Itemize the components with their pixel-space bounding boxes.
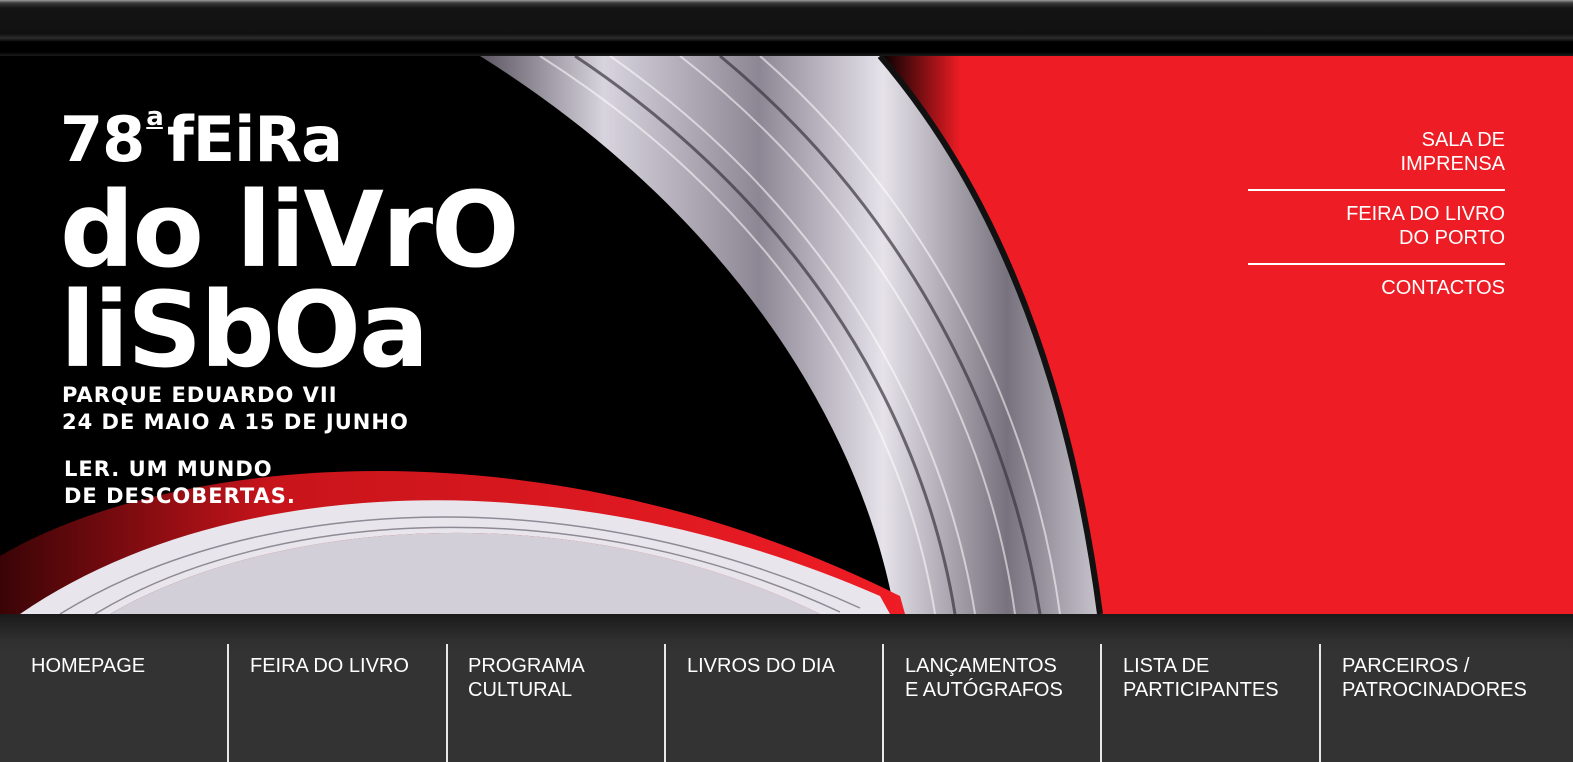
nav-item-participants-list[interactable]: LISTA DE PARTICIPANTES: [1123, 644, 1303, 762]
nav-separator: [446, 644, 448, 762]
nav-item-label: PARCEIROS /: [1342, 655, 1470, 677]
main-nav: HOMEPAGE FEIRA DO LIVRO PROGRAMA CULTURA…: [0, 614, 1573, 762]
nav-item-cultural-program[interactable]: PROGRAMA CULTURAL: [468, 644, 648, 762]
hero-banner: 78afEiRa do liVrO liSbOa PARQUE EDUARDO …: [0, 56, 1573, 614]
poster-venue-dates: PARQUE EDUARDO VII 24 DE MAIO A 15 DE JU…: [62, 382, 409, 436]
nav-separator: [882, 644, 884, 762]
poster-title-line-2: liSbOa: [60, 269, 429, 391]
sidebar-link-contacts[interactable]: CONTACTOS: [1248, 276, 1505, 313]
side-link-line-2: IMPRENSA: [1400, 153, 1505, 175]
nav-item-books-of-the-day[interactable]: LIVROS DO DIA: [687, 644, 867, 762]
poster-title-line-1: do liVrO: [60, 169, 520, 291]
side-link-line-1: SALA DE: [1421, 129, 1505, 151]
nav-item-label: FEIRA DO LIVRO: [250, 655, 409, 677]
side-divider: [1248, 263, 1505, 265]
nav-item-launches-autographs[interactable]: LANÇAMENTOS E AUTÓGRAFOS: [905, 644, 1085, 762]
nav-item-book-fair[interactable]: FEIRA DO LIVRO: [250, 644, 430, 762]
nav-separator: [1319, 644, 1321, 762]
poster-tagline-line-1: LER. UM MUNDO: [64, 457, 273, 481]
side-divider: [1248, 189, 1505, 191]
poster-tagline: LER. UM MUNDO DE DESCOBERTAS.: [64, 456, 296, 510]
nav-item-label: LIVROS DO DIA: [687, 655, 835, 677]
nav-item-label: LISTA DE: [1123, 655, 1210, 677]
nav-item-label-line-2: PARTICIPANTES: [1123, 679, 1279, 701]
nav-item-label-line-2: E AUTÓGRAFOS: [905, 679, 1063, 701]
poster-tagline-line-2: DE DESCOBERTAS.: [64, 484, 296, 508]
side-link-line-1: CONTACTOS: [1381, 277, 1505, 299]
poster-dates: 24 DE MAIO A 15 DE JUNHO: [62, 410, 409, 434]
nav-item-partners-sponsors[interactable]: PARCEIROS / PATROCINADORES: [1342, 644, 1562, 762]
poster-edition-ordinal: a: [146, 102, 164, 132]
top-bar: [0, 0, 1573, 56]
nav-item-label: HOMEPAGE: [31, 655, 146, 677]
poster-venue: PARQUE EDUARDO VII: [62, 383, 338, 407]
nav-item-label-line-2: PATROCINADORES: [1342, 679, 1527, 701]
poster-edition-number: 78: [60, 103, 145, 176]
nav-item-label: LANÇAMENTOS: [905, 655, 1057, 677]
nav-item-homepage[interactable]: HOMEPAGE: [31, 644, 211, 762]
poster-edition-word: fEiRa: [166, 103, 343, 176]
side-link-line-2: DO PORTO: [1399, 227, 1505, 249]
secondary-nav: SALA DE IMPRENSA FEIRA DO LIVRO DO PORTO…: [1248, 128, 1505, 313]
nav-item-label: PROGRAMA: [468, 655, 585, 677]
sidebar-link-porto-book-fair[interactable]: FEIRA DO LIVRO DO PORTO: [1248, 202, 1505, 263]
side-link-line-1: FEIRA DO LIVRO: [1346, 203, 1505, 225]
sidebar-link-press-room[interactable]: SALA DE IMPRENSA: [1248, 128, 1505, 189]
poster-edition: 78afEiRa: [60, 102, 343, 171]
nav-item-label-line-2: CULTURAL: [468, 679, 573, 701]
nav-separator: [227, 644, 229, 762]
nav-separator: [664, 644, 666, 762]
nav-separator: [1100, 644, 1102, 762]
